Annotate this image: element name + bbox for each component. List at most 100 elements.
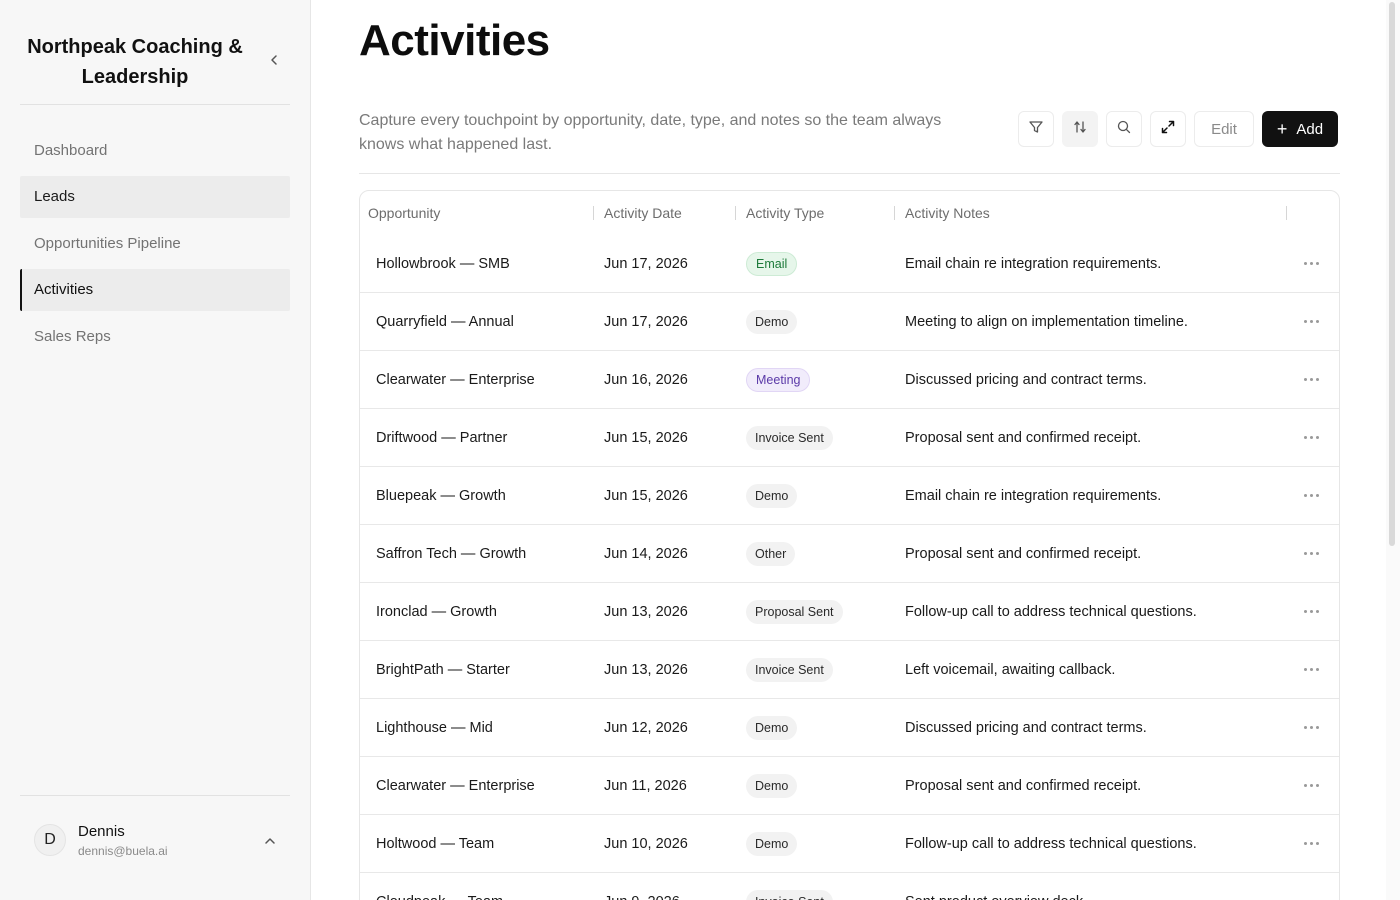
activity-type-badge: Email [746, 251, 798, 276]
row-actions-button[interactable] [1304, 409, 1319, 466]
sidebar: Northpeak Coaching & Leadership Dashboar… [0, 0, 311, 900]
column-resize-handle[interactable] [894, 206, 895, 220]
search-button[interactable] [1106, 111, 1142, 147]
cell-activity-type: Invoice Sent [746, 641, 833, 698]
chevron-left-icon[interactable] [266, 50, 282, 70]
expand-icon [1160, 119, 1176, 140]
activity-type-badge: Demo [746, 831, 798, 856]
cell-activity-date: Jun 11, 2026 [604, 777, 687, 794]
row-actions-button[interactable] [1304, 525, 1319, 582]
sort-button[interactable] [1062, 111, 1098, 147]
column-resize-handle[interactable] [1286, 206, 1287, 220]
chevron-up-icon[interactable] [263, 834, 277, 846]
brand-title-line2: Leadership [81, 66, 189, 88]
row-actions-button[interactable] [1304, 293, 1319, 350]
more-horizontal-icon [1304, 320, 1319, 323]
row-actions-button[interactable] [1304, 641, 1319, 698]
table-row[interactable]: Lighthouse — Mid Jun 12, 2026 Demo Discu… [360, 699, 1339, 757]
sidebar-item-sales-reps[interactable]: Sales Reps [20, 315, 290, 357]
cell-activity-notes: Email chain re integration requirements. [905, 487, 1162, 504]
cell-activity-notes: Discussed pricing and contract terms. [905, 371, 1147, 388]
row-actions-button[interactable] [1304, 815, 1319, 872]
sidebar-item-label: Opportunities Pipeline [34, 234, 181, 252]
column-header-activity-type[interactable]: Activity Type [746, 205, 824, 221]
table-row[interactable]: Holtwood — Team Jun 10, 2026 Demo Follow… [360, 815, 1339, 873]
cell-opportunity: Clearwater — Enterprise [376, 371, 535, 388]
column-resize-handle[interactable] [593, 206, 594, 220]
row-actions-button[interactable] [1304, 699, 1319, 756]
activity-type-badge: Other [746, 541, 796, 566]
table-row[interactable]: Bluepeak — Growth Jun 15, 2026 Demo Emai… [360, 467, 1339, 525]
column-header-activity-notes[interactable]: Activity Notes [905, 205, 990, 221]
activity-type-badge: Demo [746, 773, 798, 798]
expand-button[interactable] [1150, 111, 1186, 147]
cell-activity-notes: Sent product overview deck. [905, 873, 1087, 900]
cell-activity-date: Jun 12, 2026 [604, 719, 688, 736]
cell-opportunity: Clearwater — Enterprise [376, 777, 535, 794]
column-resize-handle[interactable] [735, 206, 736, 220]
sidebar-item-label: Activities [34, 281, 94, 298]
table-row[interactable]: Clearwater — Enterprise Jun 16, 2026 Mee… [360, 351, 1339, 409]
add-button[interactable]: + Add [1262, 111, 1338, 147]
row-actions-button[interactable] [1304, 467, 1319, 524]
cell-activity-notes: Proposal sent and confirmed receipt. [905, 545, 1142, 562]
cell-activity-type: Other [746, 525, 796, 582]
cell-activity-type: Demo [746, 815, 798, 872]
cell-activity-date: Jun 17, 2026 [604, 313, 688, 330]
table-row[interactable]: BrightPath — Starter Jun 13, 2026 Invoic… [360, 641, 1339, 699]
cell-opportunity: Driftwood — Partner [376, 429, 508, 446]
cell-opportunity: Ironclad — Growth [376, 603, 497, 620]
table-row[interactable]: Saffron Tech — Growth Jun 14, 2026 Other… [360, 525, 1339, 583]
toolbar: Edit + Add [1018, 111, 1338, 147]
brand-header: Northpeak Coaching & Leadership [20, 28, 290, 105]
table-row[interactable]: Clearwater — Enterprise Jun 11, 2026 Dem… [360, 757, 1339, 815]
cell-activity-type: Demo [746, 467, 798, 524]
sidebar-item-leads[interactable]: Leads [20, 175, 290, 218]
cell-activity-date: Jun 13, 2026 [604, 603, 688, 620]
cell-activity-notes: Proposal sent and confirmed receipt. [905, 429, 1142, 446]
row-actions-button[interactable] [1304, 873, 1319, 900]
page-title: Activities [359, 16, 550, 65]
row-actions-button[interactable] [1304, 583, 1319, 640]
activity-type-badge: Invoice Sent [746, 425, 833, 450]
activity-type-badge: Invoice Sent [746, 657, 833, 682]
cell-activity-type: Demo [746, 293, 798, 350]
sidebar-item-opportunities-pipeline[interactable]: Opportunities Pipeline [20, 222, 290, 264]
table-row[interactable]: Driftwood — Partner Jun 15, 2026 Invoice… [360, 409, 1339, 467]
sidebar-item-label: Sales Reps [34, 327, 111, 345]
sort-icon [1072, 119, 1088, 140]
user-profile[interactable]: D Dennis dennis@buela.ai [20, 795, 290, 885]
header-divider [359, 173, 1340, 174]
activity-type-badge: Demo [746, 309, 798, 334]
brand-title: Northpeak Coaching & Leadership [20, 32, 250, 92]
more-horizontal-icon [1304, 494, 1319, 497]
edit-button[interactable]: Edit [1194, 111, 1254, 147]
cell-activity-date: Jun 15, 2026 [604, 429, 688, 446]
more-horizontal-icon [1304, 842, 1319, 845]
row-actions-button[interactable] [1304, 757, 1319, 814]
page-scrollbar[interactable] [1386, 0, 1400, 900]
page-description: Capture every touchpoint by opportunity,… [359, 112, 942, 153]
scrollbar-thumb[interactable] [1389, 2, 1395, 546]
sidebar-nav: Dashboard Leads Opportunities Pipeline A… [20, 129, 290, 362]
column-header-activity-date[interactable]: Activity Date [604, 205, 682, 221]
filter-button[interactable] [1018, 111, 1054, 147]
table-row[interactable]: Hollowbrook — SMB Jun 17, 2026 Email Ema… [360, 235, 1339, 293]
sidebar-item-dashboard[interactable]: Dashboard [20, 129, 290, 171]
brand-title-line1: Northpeak Coaching & [27, 36, 243, 58]
activity-type-badge: Proposal Sent [746, 599, 843, 624]
row-actions-button[interactable] [1304, 235, 1319, 292]
cell-activity-notes: Proposal sent and confirmed receipt. [905, 777, 1142, 794]
column-header-opportunity[interactable]: Opportunity [368, 205, 440, 221]
cell-opportunity: Cloudpeak — Team [376, 873, 503, 900]
avatar: D [34, 824, 66, 856]
sidebar-item-activities[interactable]: Activities [20, 268, 290, 311]
cell-activity-type: Invoice Sent [746, 409, 833, 466]
cell-activity-type: Meeting [746, 351, 811, 408]
table-row[interactable]: Cloudpeak — Team Jun 9, 2026 Invoice Sen… [360, 873, 1339, 900]
table-row[interactable]: Quarryfield — Annual Jun 17, 2026 Demo M… [360, 293, 1339, 351]
table-row[interactable]: Ironclad — Growth Jun 13, 2026 Proposal … [360, 583, 1339, 641]
cell-opportunity: BrightPath — Starter [376, 661, 510, 678]
row-actions-button[interactable] [1304, 351, 1319, 408]
cell-activity-date: Jun 10, 2026 [604, 835, 688, 852]
